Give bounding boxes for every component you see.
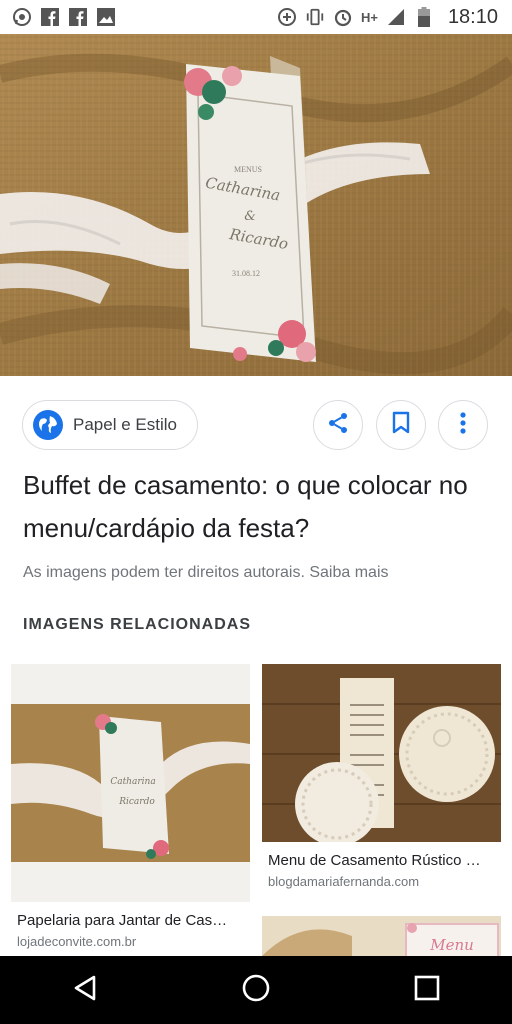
more-options-button[interactable] (438, 400, 488, 450)
facebook-icon (68, 7, 88, 27)
back-icon (72, 974, 98, 1007)
related-3-partial-text: Menu (429, 936, 474, 954)
home-icon (241, 973, 271, 1008)
related-source-1: lojadeconvite.com.br (17, 934, 137, 949)
globe-icon (33, 410, 63, 440)
related-card-3[interactable]: Menu (262, 916, 501, 956)
menu-ampersand: & (244, 209, 256, 224)
related-thumbnail-1: Catharina Ricardo (11, 664, 250, 902)
battery-icon (414, 7, 434, 27)
copyright-notice[interactable]: As imagens podem ter direitos autorais. … (23, 564, 389, 582)
status-bar: H+ 18:10 (0, 0, 512, 34)
home-button[interactable] (226, 960, 286, 1020)
related-thumbnail-2 (262, 664, 501, 842)
related-heading: IMAGENS RELACIONADAS (23, 616, 252, 633)
related-card-2[interactable]: Menu de Casamento Rústico … blogdamariaf… (262, 664, 501, 904)
source-chip[interactable]: Papel e Estilo (22, 400, 198, 450)
back-button[interactable] (55, 960, 115, 1020)
related-title-1: Papelaria para Jantar de Cas… (17, 912, 228, 929)
system-nav-bar (0, 956, 512, 1024)
more-vert-icon (459, 411, 467, 440)
recents-button[interactable] (397, 960, 457, 1020)
share-icon (326, 411, 350, 440)
thumb-menu-name-1: Catharina (110, 777, 155, 787)
action-row: Papel e Estilo (0, 398, 512, 454)
recents-icon (414, 975, 440, 1006)
main-image[interactable]: MENUS Catharina & Ricardo 31.08.12 (0, 34, 512, 376)
related-card-1[interactable]: Catharina Ricardo Papelaria para Jantar … (11, 664, 250, 956)
share-button[interactable] (313, 400, 363, 450)
related-title-2: Menu de Casamento Rústico … (268, 852, 481, 869)
gallery-icon (96, 7, 116, 27)
facebook-icon (40, 7, 60, 27)
source-name: Papel e Estilo (73, 415, 177, 434)
bookmark-icon (391, 411, 411, 440)
related-source-2: blogdamariafernanda.com (268, 874, 420, 889)
alarm-icon (333, 7, 353, 27)
menu-heading: MENUS (234, 165, 262, 174)
result-title[interactable]: Buffet de casamento: o que colocar no me… (23, 464, 493, 550)
vibrate-icon (305, 7, 325, 27)
related-thumbnail-3: Menu (262, 916, 501, 956)
thumb-menu-name-2: Ricardo (118, 797, 155, 807)
menu-date: 31.08.12 (232, 269, 260, 278)
network-type: H+ (360, 9, 378, 25)
whatsapp-icon (12, 7, 32, 27)
save-button[interactable] (376, 400, 426, 450)
signal-icon (386, 7, 406, 27)
clock: 18:10 (447, 5, 498, 28)
data-saver-icon (277, 7, 297, 27)
